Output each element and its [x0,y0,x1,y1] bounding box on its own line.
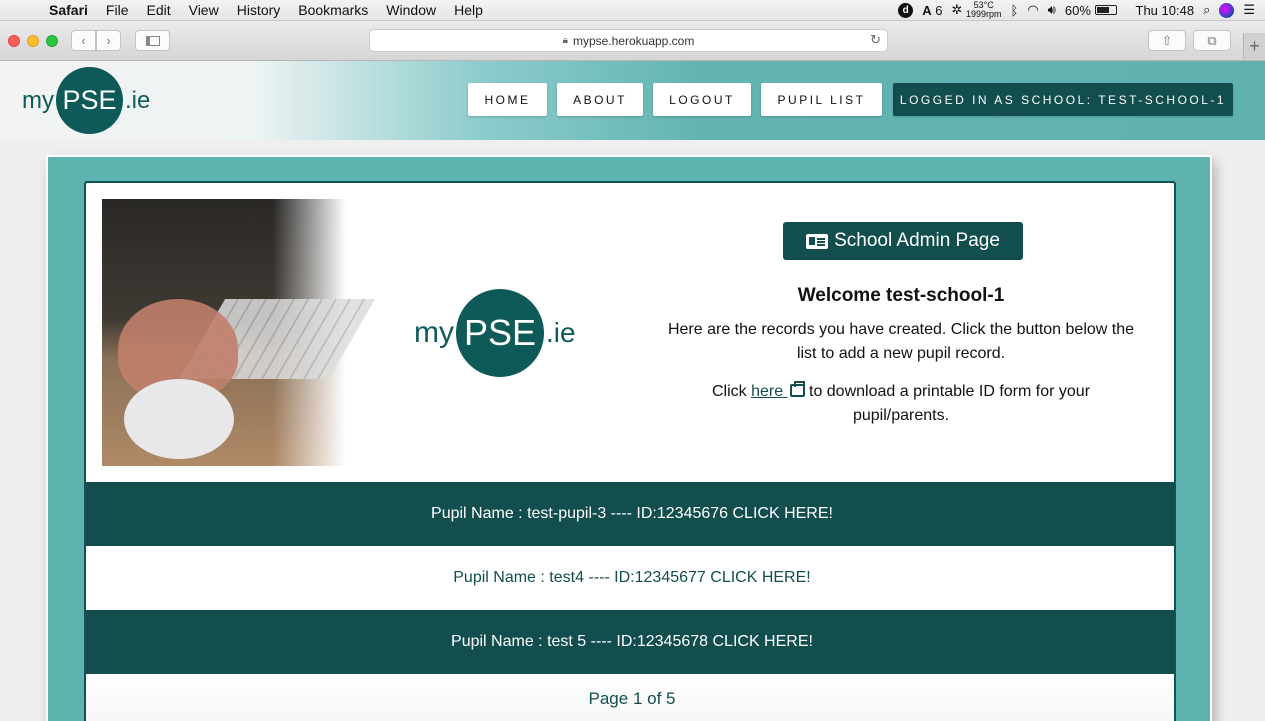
menu-edit[interactable]: Edit [137,2,179,18]
download-text: Click here to download a printable ID fo… [711,381,1091,424]
download-form-link[interactable]: here [751,381,805,400]
print-icon [789,381,805,397]
share-icon: ⇧ [1161,32,1173,48]
share-button[interactable]: ⇧ [1148,30,1186,51]
menu-window[interactable]: Window [377,2,445,18]
reload-icon[interactable]: ↻ [870,32,881,48]
status-area: d A 6 ✲ 53°C 1999rpm ᛒ ◠ 🔊︎ 60% Thu 10:48… [898,1,1265,19]
volume-icon[interactable]: 🔊︎ [1048,2,1056,18]
close-window-button[interactable] [8,35,20,47]
adobe-status-icon[interactable]: A 6 [922,3,942,18]
fan-status-icon[interactable]: ✲ 53°C 1999rpm [951,1,1001,19]
url-text: mypse.herokuapp.com [572,33,695,48]
menu-app-safari[interactable]: Safari [40,2,97,18]
lock-icon: 🔒︎ [562,35,568,46]
school-admin-page-label: School Admin Page [834,230,1000,251]
forward-button[interactable]: › [96,30,121,51]
nav-home[interactable]: HOME [468,83,547,116]
nav-logout[interactable]: LOGOUT [653,83,751,116]
battery-icon [1094,5,1117,15]
battery-percent: 60% [1064,2,1091,18]
main-card: my PSE .ie School Admin Page Welcome tes… [84,181,1176,721]
wifi-icon[interactable]: ◠ [1027,2,1038,18]
battery-status[interactable]: 60% [1065,3,1117,18]
logged-in-badge[interactable]: LOGGED IN AS SCHOOL: TEST-SCHOOL-1 [893,83,1233,116]
site-header: my PSE .ie HOME ABOUT LOGOUT PUPIL LIST … [0,61,1265,140]
sidebar-icon [145,35,160,46]
spotlight-search-icon[interactable]: ⌕ [1203,2,1210,18]
nav-about[interactable]: ABOUT [557,83,643,116]
back-button[interactable]: ‹ [71,30,96,51]
welcome-heading: Welcome test-school-1 [797,285,1005,306]
minimize-window-button[interactable] [27,35,39,47]
menu-file[interactable]: File [97,2,138,18]
nav-pupil-list[interactable]: PUPIL LIST [761,83,882,116]
temp-readout: 53°C 1999rpm [965,0,1002,19]
clock[interactable]: Thu 10:48 [1136,3,1195,18]
center-logo: my PSE .ie [414,289,576,377]
browser-toolbar: ‹ › 🔒︎ mypse.herokuapp.com ↻ ⇧ ⧉ + [0,21,1265,61]
sidebar-toggle-button[interactable] [135,30,170,51]
pupil-row[interactable]: Pupil Name : test-pupil-3 ---- ID:123456… [86,482,1174,546]
d-status-icon[interactable]: d [898,2,914,18]
content-frame: my PSE .ie School Admin Page Welcome tes… [46,155,1212,721]
menu-help[interactable]: Help [445,2,492,18]
new-tab-button[interactable]: + [1243,33,1265,59]
bluetooth-icon[interactable]: ᛒ [1011,3,1019,18]
site-logo[interactable]: my PSE .ie [22,67,150,134]
adobe-count: 6 [935,2,943,18]
menu-bookmarks[interactable]: Bookmarks [289,2,377,18]
web-page: my PSE .ie HOME ABOUT LOGOUT PUPIL LIST … [0,61,1265,721]
zoom-window-button[interactable] [46,35,58,47]
id-card-icon [806,233,829,249]
menu-list-icon[interactable]: ☰ [1243,2,1255,18]
intro-text: Here are the records you have created. C… [667,321,1135,362]
tabs-overview-button[interactable]: ⧉ [1193,30,1231,51]
siri-icon[interactable] [1219,2,1235,18]
pupil-row[interactable]: Pupil Name : test4 ---- ID:12345677 CLIC… [86,546,1174,610]
pupil-row[interactable]: Pupil Name : test 5 ---- ID:12345678 CLI… [86,610,1174,674]
hero-image [102,199,376,466]
school-admin-page-button[interactable]: School Admin Page [783,222,1023,260]
tabs-icon: ⧉ [1207,32,1217,48]
menu-bar: Safari File Edit View History Bookmarks … [0,0,1265,21]
menu-view[interactable]: View [180,2,228,18]
menu-history[interactable]: History [228,2,290,18]
pagination-label: Page 1 of 5 [86,674,1174,721]
address-bar[interactable]: 🔒︎ mypse.herokuapp.com ↻ [369,29,888,52]
